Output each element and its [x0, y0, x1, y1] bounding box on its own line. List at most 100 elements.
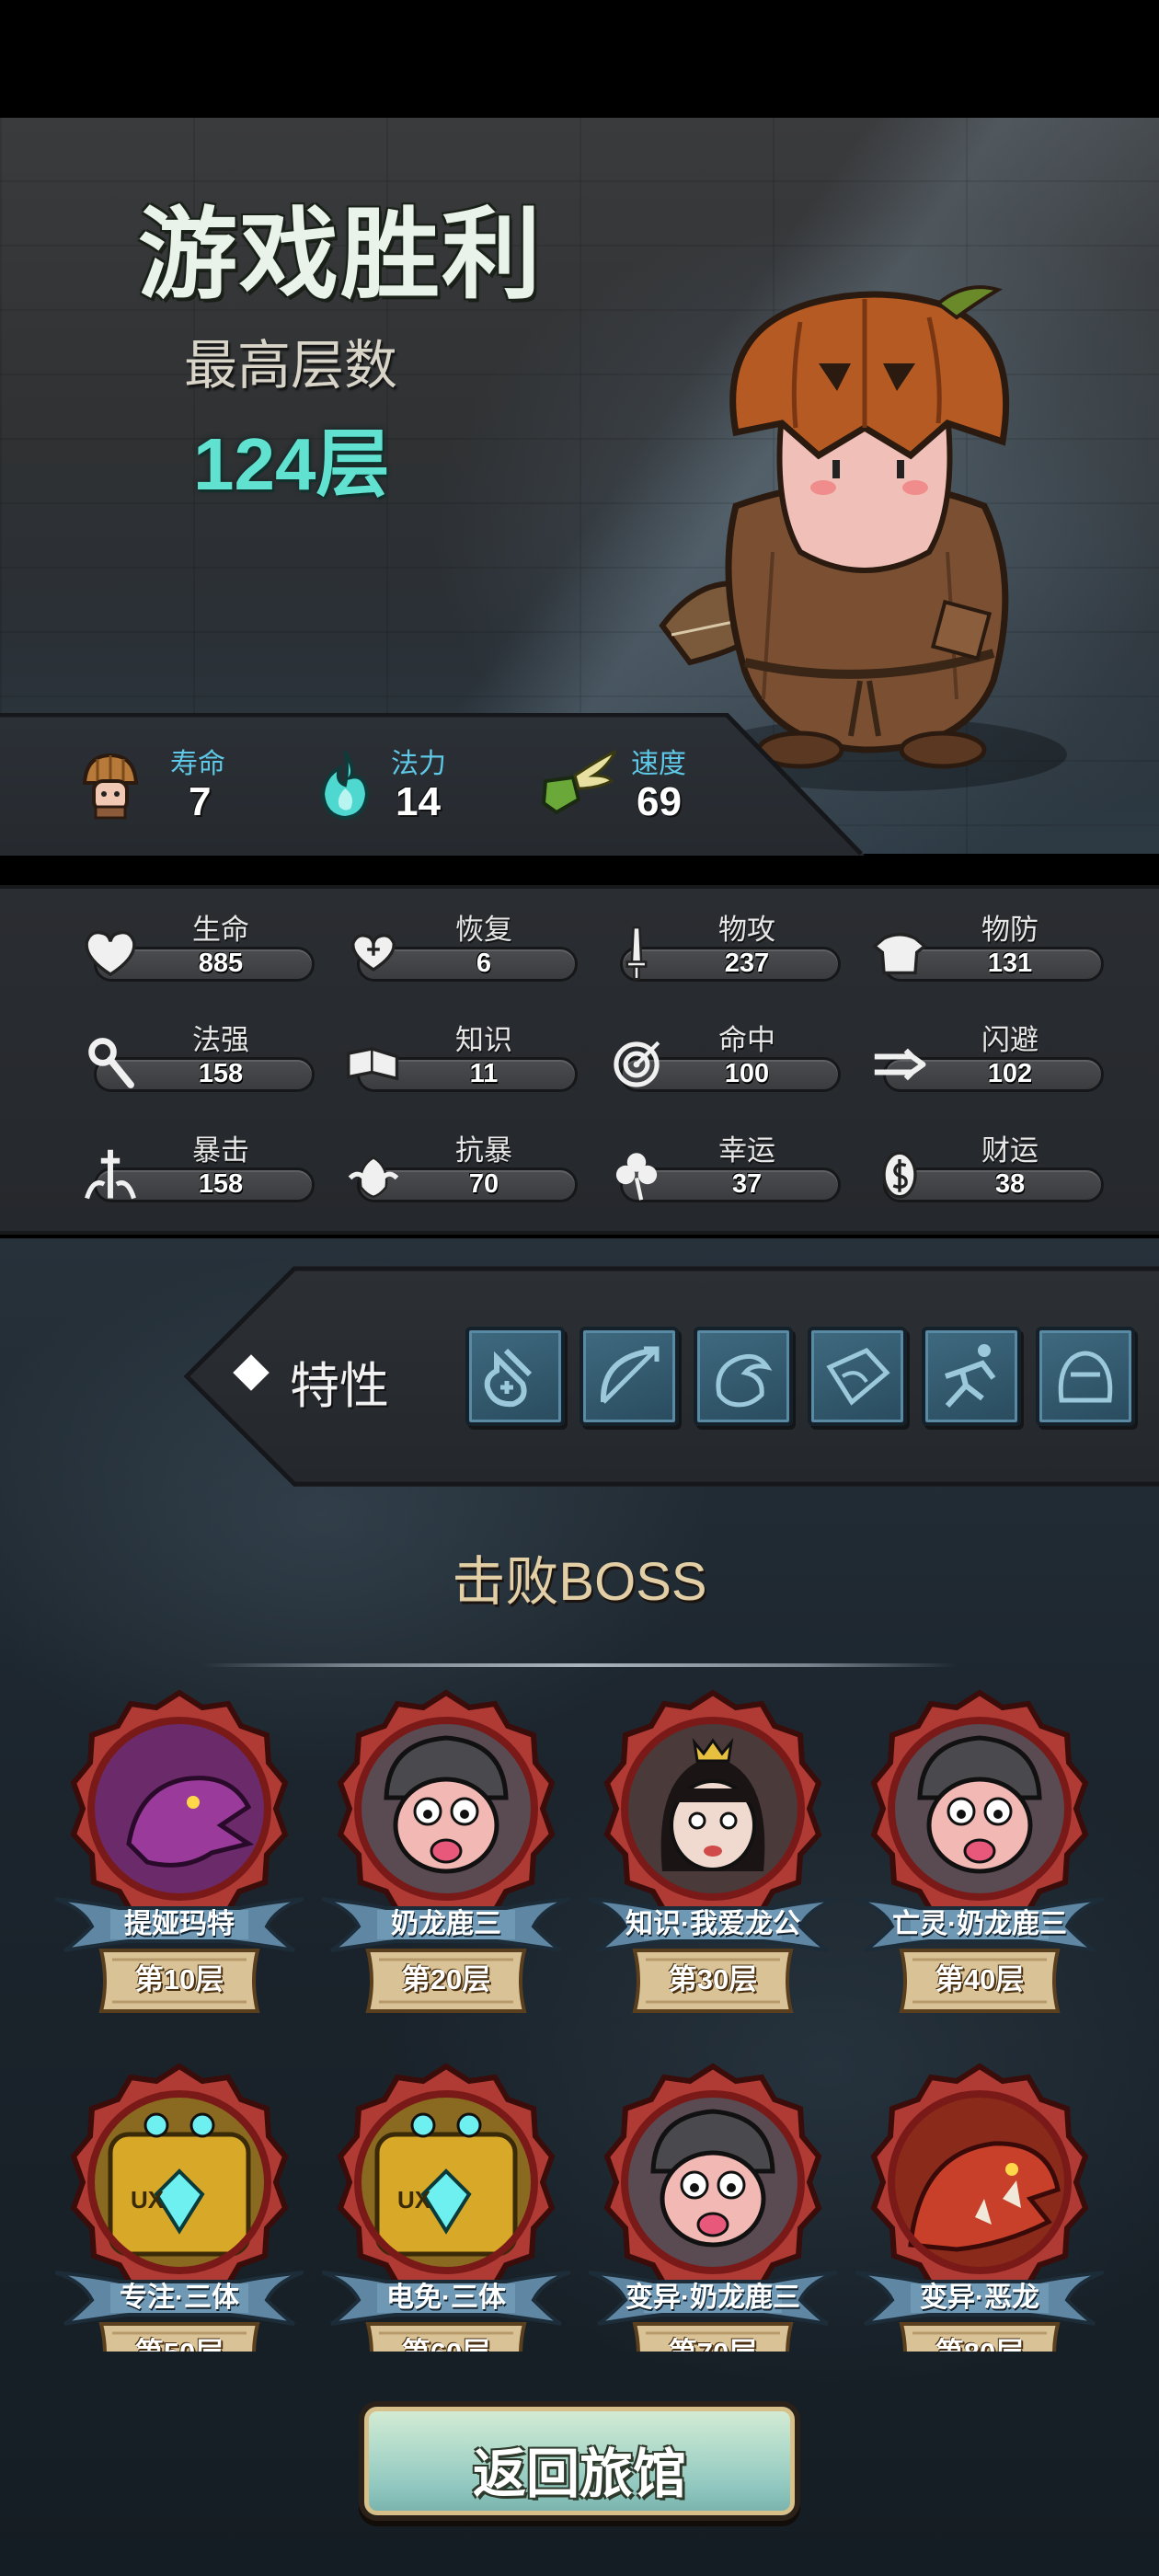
target-icon — [614, 1041, 660, 1087]
attribute-label: 生命 — [192, 914, 249, 946]
attribute-value: 37 — [731, 1169, 763, 1199]
boss-name: 亡灵·奶龙鹿三 — [892, 1909, 1067, 1939]
boss-name: 知识·我爱龙公 — [625, 1909, 800, 1939]
attribute-dodge-arrows: 闪避 102 — [863, 1017, 1104, 1099]
heart-icon — [85, 930, 136, 977]
max-floor-value: 124层 — [193, 423, 390, 505]
attribute-value: 158 — [198, 1059, 244, 1088]
staff-icon — [88, 1038, 134, 1088]
attribute-value: 38 — [994, 1169, 1026, 1199]
attribute-label: 闪避 — [981, 1024, 1039, 1056]
boss-floor: 第30层 — [668, 1963, 758, 1995]
clover-icon — [615, 1153, 658, 1201]
stat-mana-label: 法力 — [391, 749, 446, 779]
attribute-crit-resist: 抗暴 70 — [337, 1127, 578, 1210]
attribute-value: 885 — [198, 949, 244, 978]
boss-name: 提娅玛特 — [124, 1909, 235, 1939]
coin-icon — [882, 1151, 917, 1199]
attribute-value: 131 — [987, 949, 1033, 978]
book-icon — [347, 1047, 399, 1081]
hooded-trait-icon[interactable] — [1036, 1327, 1135, 1426]
potion-trait-icon[interactable] — [465, 1327, 565, 1426]
armor-icon — [872, 933, 927, 975]
attribute-value: 11 — [469, 1059, 499, 1088]
max-floor-label: 最高层数 — [184, 336, 398, 396]
boss-card[interactable]: 变异·恶龙第80层 — [855, 2061, 1104, 2352]
crit-icon — [85, 1149, 136, 1200]
boss-divider — [202, 1663, 957, 1667]
attribute-label: 命中 — [718, 1024, 775, 1056]
boss-name: 变异·奶龙鹿三 — [625, 2283, 800, 2313]
boss-floor: 第60层 — [359, 2329, 534, 2352]
attribute-crit: 暴击 158 — [74, 1127, 315, 1210]
boss-card[interactable]: UX 专注·三体第50层 — [55, 2061, 304, 2352]
heal-heart-icon — [351, 934, 396, 972]
boss-card[interactable]: 亡灵·奶龙鹿三 第40层 — [855, 1687, 1104, 2018]
dodge-arrows-icon — [874, 1048, 926, 1081]
sword-icon — [625, 926, 648, 981]
attribute-target: 命中 100 — [600, 1017, 841, 1099]
boss-card[interactable]: 变异·奶龙鹿三第70层 — [589, 2061, 837, 2352]
boss-floor: 第40层 — [935, 1963, 1025, 1995]
boss-floor: 第70层 — [625, 2329, 800, 2352]
attribute-clover: 幸运 37 — [600, 1127, 841, 1210]
crit-resist-icon — [348, 1156, 399, 1199]
status-bar — [0, 0, 1159, 118]
attribute-label: 法强 — [192, 1024, 249, 1056]
attribute-label: 暴击 — [192, 1134, 249, 1167]
stat-mana-value: 14 — [396, 779, 441, 824]
attribute-label: 物防 — [981, 914, 1039, 946]
attribute-value: 100 — [724, 1059, 770, 1088]
boss-floor: 第10层 — [134, 1963, 224, 1995]
boss-name: 奶龙鹿三 — [391, 1909, 501, 1939]
scroll-trait-icon[interactable] — [808, 1327, 907, 1426]
traits-label: 特性 — [290, 1359, 389, 1414]
attribute-staff: 法强 158 — [74, 1017, 315, 1099]
attribute-label: 物攻 — [718, 914, 775, 946]
attribute-label: 抗暴 — [455, 1134, 512, 1167]
boss-card[interactable]: 奶龙鹿三第20层 — [322, 1687, 570, 2018]
boss-row-clipped: UX专注·三体第50层UX电免·三体第60层变异·奶龙鹿三第70层变异·恶龙第8… — [0, 2061, 1159, 2352]
attribute-sword: 物攻 237 — [600, 906, 841, 989]
boss-floor: 第20层 — [401, 1963, 491, 1995]
attribute-value: 158 — [198, 1169, 244, 1199]
stat-lifespan-value: 7 — [189, 779, 212, 824]
boss-card[interactable]: 知识·我爱龙公 第30层 — [589, 1687, 837, 2018]
stat-lifespan: 寿命 7 — [74, 741, 258, 833]
boss-name: 专注·三体 — [120, 2283, 239, 2313]
lifespan-icon — [82, 753, 139, 820]
attribute-value: 237 — [724, 949, 770, 978]
boss-card[interactable]: UX 电免·三体第60层 — [322, 2061, 570, 2352]
boss-floor: 第50层 — [92, 2329, 267, 2352]
attribute-value: 102 — [987, 1059, 1033, 1088]
boss-floor: 第80层 — [892, 2329, 1067, 2352]
defeated-boss-title: 击败BOSS — [452, 1552, 707, 1612]
attribute-label: 恢复 — [455, 914, 512, 946]
boss-card[interactable]: 提娅玛特第10层 — [55, 1687, 304, 2018]
attribute-label: 幸运 — [718, 1134, 775, 1167]
attribute-heart: 生命 885 — [74, 906, 315, 989]
winged-boot-icon — [541, 749, 616, 815]
attribute-heal-heart: 恢复 6 — [337, 906, 578, 989]
svg-text:UX: UX — [397, 2186, 431, 2214]
boss-name: 变异·恶龙 — [920, 2283, 1039, 2313]
attribute-value: 70 — [468, 1169, 499, 1199]
stat-mana: 法力 14 — [308, 741, 492, 833]
bow-trait-icon[interactable] — [580, 1327, 679, 1426]
attribute-armor: 物防 131 — [863, 906, 1104, 989]
return-to-inn-label: 返回旅馆 — [472, 2444, 686, 2504]
svg-text:UX: UX — [131, 2186, 165, 2214]
attribute-label: 财运 — [981, 1134, 1039, 1167]
attribute-book: 知识 11 — [337, 1017, 578, 1099]
running-trait-icon[interactable] — [922, 1327, 1021, 1426]
stat-speed: 速度 69 — [534, 741, 754, 833]
mana-flame-icon — [320, 750, 370, 821]
victory-title: 游戏胜利 — [138, 199, 544, 310]
attribute-label: 知识 — [455, 1024, 512, 1056]
attribute-value: 6 — [476, 949, 492, 978]
stat-speed-label: 速度 — [631, 749, 686, 779]
attribute-coin: 财运 38 — [863, 1127, 1104, 1210]
stat-lifespan-label: 寿命 — [170, 749, 225, 779]
dragon-trait-icon[interactable] — [694, 1327, 793, 1426]
return-to-inn-button[interactable]: 返回旅馆 — [359, 2401, 800, 2521]
